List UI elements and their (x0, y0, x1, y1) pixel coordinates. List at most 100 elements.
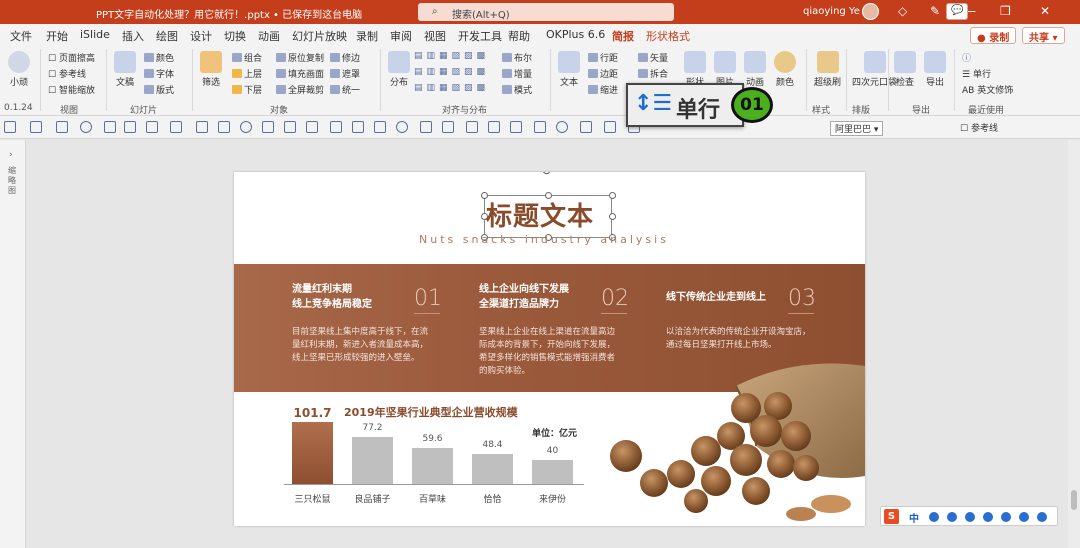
format-tool-icon[interactable] (556, 121, 568, 133)
tab-7[interactable]: 动画 (258, 28, 280, 44)
format-tool-icon[interactable] (218, 121, 230, 133)
format-tool-icon[interactable] (374, 121, 386, 133)
close-icon[interactable]: ✕ (1040, 4, 1050, 18)
group-button[interactable]: 组合 (232, 51, 262, 64)
vector-button[interactable]: 矢量 (638, 51, 668, 64)
trim-button[interactable]: 修边 (330, 51, 360, 64)
comment-button[interactable]: 💬 (946, 3, 969, 20)
tab-0[interactable]: 文件 (10, 28, 32, 44)
unify-button[interactable]: 统一 (330, 83, 360, 96)
increment-button[interactable]: 增量 (502, 67, 532, 80)
tab-16[interactable]: 形状格式 (646, 28, 690, 44)
tab-8[interactable]: 幻灯片放映 (292, 28, 347, 44)
guide-checkbox[interactable]: ☐ 参考线 (960, 121, 998, 134)
format-tool-icon[interactable] (196, 121, 208, 133)
layout-button[interactable]: 版式 (144, 83, 174, 96)
search-box[interactable]: ⌕ 搜索(Alt+Q) (418, 3, 674, 21)
tab-5[interactable]: 设计 (190, 28, 212, 44)
tab-1[interactable]: 开始 (46, 28, 68, 44)
export-button[interactable]: 导出 (924, 51, 946, 88)
format-tool-icon[interactable] (30, 121, 42, 133)
recent-single-line[interactable]: ☰ 单行 (962, 67, 991, 80)
format-tool-icon[interactable] (534, 121, 546, 133)
pen-icon[interactable]: ✎ (930, 4, 940, 18)
check-button[interactable]: 检查 (894, 51, 916, 88)
shirt-icon[interactable] (1019, 512, 1029, 522)
tab-11[interactable]: 视图 (424, 28, 446, 44)
format-tool-icon[interactable] (262, 121, 274, 133)
slide-title[interactable]: 标题文本 (486, 196, 594, 233)
align-icons-row2[interactable]: ▤▥▦▧▨▩ (414, 67, 489, 77)
avatar[interactable] (862, 3, 879, 20)
vertical-scrollbar[interactable] (1068, 140, 1080, 548)
chevron-right-icon[interactable]: › (9, 150, 13, 160)
format-tool-icon[interactable] (104, 121, 116, 133)
share-button[interactable]: 共享 ▾ (1022, 27, 1065, 44)
format-tool-icon[interactable] (306, 121, 318, 133)
tab-3[interactable]: 插入 (122, 28, 144, 44)
color-button[interactable]: 颜色 (144, 51, 174, 64)
align-icons-row1[interactable]: ▤▥▦▧▨▩ (414, 51, 489, 61)
distribute-button[interactable]: 分布 (388, 51, 410, 88)
grid-pocket-button[interactable]: 四次元口袋 (852, 51, 897, 88)
format-tool-icon[interactable] (240, 121, 252, 133)
indent-button[interactable]: 缩进 (588, 83, 618, 96)
ime-logo-icon[interactable]: S (884, 509, 899, 524)
format-tool-icon[interactable] (146, 121, 158, 133)
duplicate-button[interactable]: 原位复制 (276, 51, 324, 64)
merge-button[interactable]: 拆合 (638, 67, 668, 80)
ime-language[interactable]: 中 (909, 510, 919, 525)
format-tool-icon[interactable] (580, 121, 592, 133)
animation-button[interactable]: 动画 (744, 51, 766, 88)
view-item-2[interactable]: ☐ 参考线 (48, 67, 86, 80)
filter-button[interactable]: 筛选 (200, 51, 222, 88)
ime-toolbar[interactable]: S 中 (880, 506, 1058, 526)
margin-button[interactable]: 边距 (588, 67, 618, 80)
send-backward-button[interactable]: 下层 (232, 83, 262, 96)
align-icons-row3[interactable]: ▤▥▦▧▨▩ (414, 83, 489, 93)
tab-2[interactable]: iSlide (80, 28, 110, 41)
super-brush-button[interactable]: 超级刷 (814, 51, 841, 88)
tab-14[interactable]: OKPlus 6.6 (546, 28, 605, 41)
view-item-3[interactable]: ☐ 智能缩放 (48, 83, 95, 96)
font-button[interactable]: 字体 (144, 67, 174, 80)
mode-button[interactable]: 模式 (502, 83, 532, 96)
user-name[interactable]: qiaoying Ye (803, 6, 860, 17)
format-tool-icon[interactable] (352, 121, 364, 133)
format-tool-icon[interactable] (284, 121, 296, 133)
format-tool-icon[interactable] (604, 121, 616, 133)
thumbnail-panel[interactable]: › 缩略图 (0, 140, 26, 548)
bring-forward-button[interactable]: 上层 (232, 67, 262, 80)
mic-icon[interactable] (983, 512, 993, 522)
recent-english[interactable]: AB 英文修饰 (962, 83, 1013, 96)
format-tool-icon[interactable] (330, 121, 342, 133)
format-tool-icon[interactable] (4, 121, 16, 133)
format-tool-icon[interactable] (420, 121, 432, 133)
resize-handle[interactable] (609, 213, 616, 220)
tab-13[interactable]: 帮助 (508, 28, 530, 44)
help-icon[interactable]: ⓘ (962, 51, 971, 64)
diamond-icon[interactable]: ◇ (898, 4, 907, 18)
boolean-button[interactable]: 布尔 (502, 51, 532, 64)
record-button[interactable]: ● 录制 (970, 27, 1017, 44)
tab-12[interactable]: 开发工具 (458, 28, 502, 44)
font-name-select[interactable]: 阿里巴巴 ▾ (830, 121, 884, 136)
format-tool-icon[interactable] (396, 121, 408, 133)
line-spacing-button[interactable]: 行距 (588, 51, 618, 64)
color-palette-button[interactable]: 颜色 (774, 51, 796, 88)
tab-4[interactable]: 绘图 (156, 28, 178, 44)
mask-button[interactable]: 遮罩 (330, 67, 360, 80)
small-button[interactable]: 小顽 (8, 51, 30, 88)
keyboard-icon[interactable] (1001, 512, 1011, 522)
fill-button[interactable]: 填充画面 (276, 67, 324, 80)
format-tool-icon[interactable] (170, 121, 182, 133)
resize-handle[interactable] (609, 192, 616, 199)
rotate-handle-icon[interactable]: ↻ (541, 172, 552, 179)
moon-icon[interactable] (929, 512, 939, 522)
tab-10[interactable]: 审阅 (390, 28, 412, 44)
tab-9[interactable]: 录制 (356, 28, 378, 44)
punctuation-icon[interactable] (947, 512, 957, 522)
format-tool-icon[interactable] (442, 121, 454, 133)
format-tool-icon[interactable] (56, 121, 68, 133)
scrollbar-thumb[interactable] (1071, 490, 1077, 510)
